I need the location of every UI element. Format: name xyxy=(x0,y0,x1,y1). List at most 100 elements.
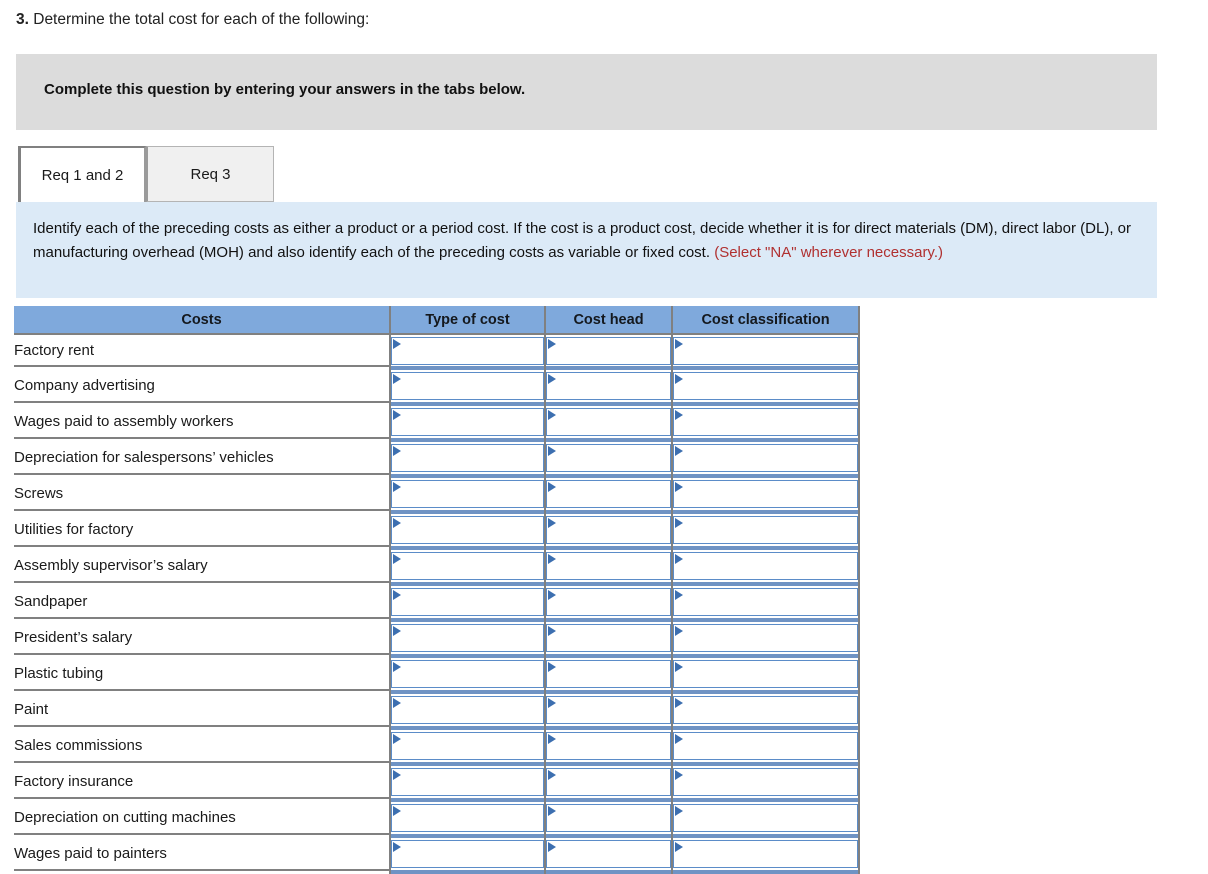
dropdown-marker-icon xyxy=(393,482,401,492)
answer-cell-cost-classification xyxy=(672,694,860,726)
tab-req-1-and-2[interactable]: Req 1 and 2 xyxy=(18,146,146,202)
dropdown-cost-head[interactable] xyxy=(546,336,671,365)
dropdown-marker-icon xyxy=(675,626,683,636)
table-body: Factory rent Company advertising Wages pai… xyxy=(14,334,860,874)
dropdown-type-of-cost[interactable] xyxy=(391,804,544,832)
dropdown-type-of-cost[interactable] xyxy=(391,624,544,652)
dropdown-cost-classification[interactable] xyxy=(673,624,858,652)
answer-cell-cost-classification xyxy=(672,406,860,438)
cost-label-cell: Depreciation for salespersons’ vehicles xyxy=(14,442,391,475)
answer-cell-cost-head xyxy=(545,730,673,762)
answer-cell-type-of-cost xyxy=(390,694,546,726)
tab-strip: Req 1 and 2 Req 3 xyxy=(18,146,274,202)
dropdown-marker-icon xyxy=(548,518,556,528)
column-header-cost-head: Cost head xyxy=(545,306,673,335)
dropdown-type-of-cost[interactable] xyxy=(391,840,544,868)
cost-label-cell: President’s salary xyxy=(14,622,391,655)
dropdown-cost-classification[interactable] xyxy=(673,768,858,796)
table-row: Depreciation on cutting machines xyxy=(14,802,860,835)
dropdown-cost-head[interactable] xyxy=(546,804,671,832)
row-separator-input xyxy=(672,870,860,874)
dropdown-type-of-cost[interactable] xyxy=(391,660,544,688)
answer-cell-cost-head xyxy=(545,550,673,582)
dropdown-type-of-cost[interactable] xyxy=(391,768,544,796)
dropdown-marker-icon xyxy=(393,338,401,349)
dropdown-marker-icon xyxy=(675,338,683,349)
dropdown-cost-classification[interactable] xyxy=(673,516,858,544)
dropdown-type-of-cost[interactable] xyxy=(391,516,544,544)
dropdown-cost-head[interactable] xyxy=(546,624,671,652)
answer-cell-cost-classification xyxy=(672,442,860,474)
instruction-banner: Complete this question by entering your … xyxy=(16,54,1157,130)
dropdown-marker-icon xyxy=(675,590,683,600)
answer-cell-cost-head xyxy=(545,478,673,510)
row-separator-input xyxy=(390,870,546,874)
dropdown-cost-head[interactable] xyxy=(546,408,671,436)
dropdown-cost-head[interactable] xyxy=(546,732,671,760)
dropdown-marker-icon xyxy=(675,518,683,528)
tab-req-3[interactable]: Req 3 xyxy=(146,146,274,202)
row-separator-label xyxy=(14,870,391,874)
answer-cell-cost-head xyxy=(545,586,673,618)
dropdown-type-of-cost[interactable] xyxy=(391,696,544,724)
dropdown-cost-classification[interactable] xyxy=(673,804,858,832)
dropdown-cost-head[interactable] xyxy=(546,660,671,688)
dropdown-marker-icon xyxy=(675,482,683,492)
dropdown-cost-classification[interactable] xyxy=(673,696,858,724)
dropdown-marker-icon xyxy=(675,662,683,672)
answer-cell-type-of-cost xyxy=(390,838,546,870)
dropdown-marker-icon xyxy=(548,770,556,780)
dropdown-cost-head[interactable] xyxy=(546,768,671,796)
dropdown-cost-head[interactable] xyxy=(546,444,671,472)
table-row: Company advertising xyxy=(14,370,860,403)
dropdown-marker-icon xyxy=(548,590,556,600)
dropdown-cost-head[interactable] xyxy=(546,588,671,616)
dropdown-marker-icon xyxy=(548,734,556,744)
dropdown-cost-classification[interactable] xyxy=(673,372,858,400)
dropdown-marker-icon xyxy=(393,590,401,600)
dropdown-type-of-cost[interactable] xyxy=(391,480,544,508)
answer-cell-cost-classification xyxy=(672,478,860,510)
dropdown-cost-classification[interactable] xyxy=(673,444,858,472)
dropdown-cost-head[interactable] xyxy=(546,480,671,508)
answer-cell-cost-classification xyxy=(672,370,860,402)
answer-cell-type-of-cost xyxy=(390,622,546,654)
dropdown-cost-head[interactable] xyxy=(546,552,671,580)
dropdown-type-of-cost[interactable] xyxy=(391,408,544,436)
dropdown-type-of-cost[interactable] xyxy=(391,552,544,580)
dropdown-marker-icon xyxy=(675,410,683,420)
dropdown-type-of-cost[interactable] xyxy=(391,336,544,365)
dropdown-type-of-cost[interactable] xyxy=(391,444,544,472)
dropdown-cost-classification[interactable] xyxy=(673,552,858,580)
dropdown-marker-icon xyxy=(675,374,683,384)
dropdown-cost-classification[interactable] xyxy=(673,660,858,688)
dropdown-cost-classification[interactable] xyxy=(673,336,858,365)
table-row: President’s salary xyxy=(14,622,860,655)
column-header-costs: Costs xyxy=(14,306,391,335)
dropdown-type-of-cost[interactable] xyxy=(391,732,544,760)
dropdown-marker-icon xyxy=(393,626,401,636)
answer-cell-type-of-cost xyxy=(390,370,546,402)
dropdown-cost-head[interactable] xyxy=(546,516,671,544)
dropdown-cost-classification[interactable] xyxy=(673,840,858,868)
cost-label-cell: Depreciation on cutting machines xyxy=(14,802,391,835)
dropdown-cost-head[interactable] xyxy=(546,372,671,400)
dropdown-cost-classification[interactable] xyxy=(673,480,858,508)
dropdown-cost-classification[interactable] xyxy=(673,408,858,436)
answer-cell-cost-head xyxy=(545,406,673,438)
requirement-instructions-text: Identify each of the preceding costs as … xyxy=(33,217,1143,265)
dropdown-cost-classification[interactable] xyxy=(673,588,858,616)
dropdown-cost-classification[interactable] xyxy=(673,732,858,760)
table-row: Sandpaper xyxy=(14,586,860,619)
dropdown-marker-icon xyxy=(548,698,556,708)
instruction-banner-text: Complete this question by entering your … xyxy=(44,81,526,98)
question-text: Determine the total cost for each of the… xyxy=(28,11,370,28)
answer-cell-cost-classification xyxy=(672,334,860,366)
cost-label-cell: Sandpaper xyxy=(14,586,391,619)
dropdown-type-of-cost[interactable] xyxy=(391,588,544,616)
dropdown-type-of-cost[interactable] xyxy=(391,372,544,400)
tab-req-1-and-2-label: Req 1 and 2 xyxy=(41,166,124,184)
dropdown-cost-head[interactable] xyxy=(546,696,671,724)
dropdown-marker-icon xyxy=(675,842,683,852)
dropdown-cost-head[interactable] xyxy=(546,840,671,868)
